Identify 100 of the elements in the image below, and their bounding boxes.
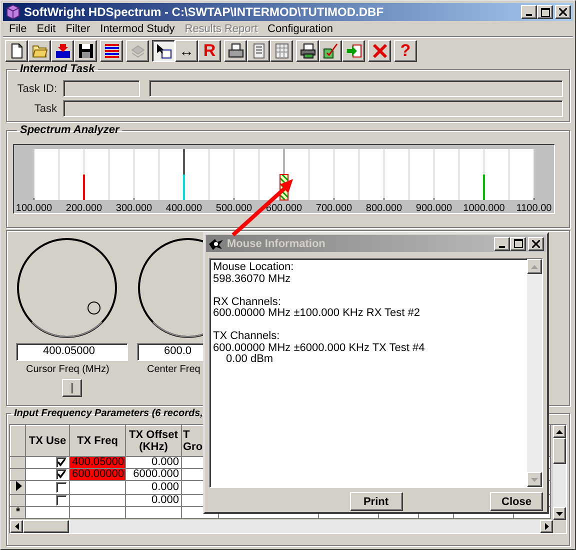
window-title: SoftWright HDSpectrum - C:\SWTAP\INTERMOD\TUTIMOD.DBF [24,5,385,19]
close-button[interactable] [528,236,544,250]
axis-label: 700.000 [316,203,352,213]
maximize-button[interactable] [537,5,553,19]
column-header[interactable]: TX Freq [70,426,126,456]
minimize-icon [526,14,532,16]
input-field[interactable] [149,80,563,97]
info-text: TX Channels: [213,331,281,342]
checkbox[interactable] [56,482,67,493]
vertical-scrollbar[interactable] [553,425,566,520]
up-arrow-icon [556,430,563,434]
frequency-field[interactable]: 400.05000 [16,343,128,361]
down-arrow-icon [556,512,563,516]
scroll-right-button[interactable] [540,520,553,533]
printer-icon [228,43,244,59]
cube-icon [5,4,21,20]
dial-knob[interactable] [16,237,120,341]
field-label: Cursor Freq (MHz) [25,364,110,375]
print-button[interactable]: Print [350,492,402,511]
folder-icon [32,43,48,59]
step-button[interactable]: | [62,379,82,397]
row-pointer-icon [14,481,22,491]
table-cell: 0.000 [126,480,182,494]
close-icon [559,8,567,16]
printer-button[interactable] [296,40,319,62]
table-cell: 6000.000 [126,468,182,480]
new-document-button[interactable] [5,40,28,62]
delete-button[interactable] [368,40,391,62]
document-icon [250,43,266,59]
input-field[interactable] [63,80,140,97]
new-document-icon [8,43,24,59]
table-icon [274,43,290,59]
list-button[interactable] [100,40,123,62]
minimize-button[interactable] [494,236,510,250]
horizontal-scrollbar[interactable] [10,520,553,533]
table-cell: 0.000 [126,456,182,468]
close-button[interactable] [555,5,571,19]
signal-line [83,174,85,200]
bird-icon [208,236,224,250]
axis-label: 900.000 [416,203,452,213]
axis-label: 600.000 [266,203,302,213]
printer-button[interactable] [224,40,247,62]
folder-button[interactable] [28,40,51,62]
up-arrow-icon [531,264,538,268]
scroll-up-button[interactable] [553,425,566,438]
checkbox[interactable] [56,457,67,468]
pointer-button[interactable] [152,40,175,62]
menu-item[interactable]: Configuration [262,22,338,34]
axis-label: 200.000 [66,203,102,213]
axis-label: 300.000 [116,203,152,213]
field-label: Task [33,102,57,114]
delete-icon [372,43,388,59]
maximize-icon [540,8,550,16]
scroll-down-button[interactable] [527,472,542,487]
scroll-down-button[interactable] [553,507,566,520]
field-label: Center Freq [146,364,200,375]
scroll-up-button[interactable] [527,259,542,274]
maximize-button[interactable] [510,236,526,250]
checkbox[interactable] [56,469,67,480]
minimize-icon [499,246,505,248]
exit-icon [346,43,362,59]
info-text: 600.00000 MHz ±100.000 KHz RX Test #2 [213,308,422,320]
menu-item[interactable]: Edit [32,22,61,34]
info-text: RX Channels: [213,296,282,308]
save-icon [78,43,94,59]
stack-icon [130,43,146,59]
arrow-button[interactable]: ↔ [175,40,198,62]
table-button[interactable] [270,40,293,62]
axis-label: 1000.000 [463,203,505,213]
menu-item[interactable]: Filter [60,22,96,34]
minimize-button[interactable] [521,5,537,19]
close-icon [532,240,540,248]
info-text: 598.36070 MHz [213,274,292,285]
exit-button[interactable] [342,40,365,62]
tray-button[interactable] [51,40,74,62]
axis-label: 500.000 [216,203,252,213]
close-button[interactable]: Close [490,492,543,511]
dialog-title: Mouse Information [227,238,326,250]
table-cell: 400.05000 [70,456,126,468]
scroll-left-button[interactable] [10,520,23,533]
list-icon [104,43,120,59]
signal-line [483,174,485,200]
document-button[interactable] [247,40,270,62]
save-button[interactable] [74,40,97,62]
menu-item[interactable]: File [4,22,32,34]
scroll-thumb[interactable] [23,520,69,533]
group-title: Spectrum Analyzer [19,124,121,136]
menu-item[interactable]: Intermod Study [95,22,180,34]
input-field[interactable] [63,100,563,117]
row-header[interactable] [10,480,26,494]
column-header[interactable]: TX Use [26,426,70,456]
table-cell: 600.00000 [70,468,126,480]
down-arrow-icon [531,478,538,482]
new-row-marker: * [16,506,20,518]
approve-button[interactable] [319,40,342,62]
scroll-thumb[interactable] [553,438,566,464]
approve-icon [322,43,338,59]
vertical-scrollbar[interactable] [527,259,542,487]
column-header[interactable]: TX Offset (KHz) [126,426,182,456]
checkbox[interactable] [56,495,67,506]
